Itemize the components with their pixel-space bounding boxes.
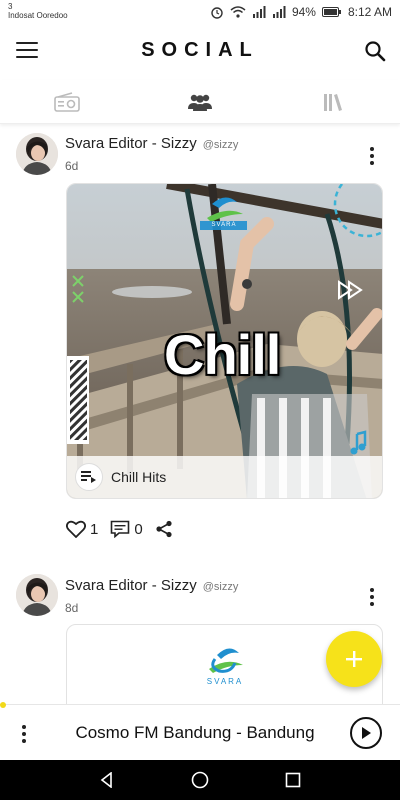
post-time: 8d	[65, 601, 79, 615]
battery-percent: 94%	[291, 5, 316, 19]
author-name: Svara Editor - Sizzy	[65, 135, 197, 152]
carrier-info: 3 Indosat Ooredoo	[8, 2, 68, 20]
status-bar: 3 Indosat Ooredoo 94% 8:12 AM	[0, 0, 400, 26]
carrier-slot: 3	[8, 2, 13, 11]
battery-icon	[321, 7, 341, 17]
svara-logo-text: SVARA	[206, 677, 244, 686]
author-handle: @sizzy	[202, 139, 239, 151]
carrier-name: Indosat Ooredoo	[8, 11, 68, 20]
home-button[interactable]	[180, 760, 220, 800]
tab-library[interactable]	[267, 80, 400, 123]
svara-logo-text: SVARA	[211, 222, 237, 228]
tab-radio[interactable]	[0, 80, 133, 123]
clock: 8:12 AM	[347, 5, 392, 19]
playlist-card[interactable]: SVARA Chill Chill Hits	[66, 183, 383, 499]
radio-icon	[53, 91, 80, 112]
comment-button[interactable]: 0	[110, 520, 143, 538]
playlist-cover-title: Chill	[164, 323, 281, 386]
playlist-name: Chill Hits	[111, 469, 167, 485]
signal-icon-2	[272, 6, 286, 18]
tab-social[interactable]	[133, 80, 266, 123]
recents-icon	[286, 772, 301, 788]
now-playing-title: Cosmo FM Bandung - Bandung	[75, 723, 315, 742]
signal-icon	[252, 6, 266, 18]
create-post-button[interactable]	[326, 631, 382, 687]
player-more-button[interactable]	[22, 725, 26, 746]
post-author[interactable]: Svara Editor - Sizzy @sizzy	[65, 577, 238, 594]
people-icon	[187, 94, 212, 111]
comment-count: 0	[134, 520, 143, 538]
recents-button[interactable]	[273, 760, 313, 800]
like-button[interactable]: 1	[66, 520, 98, 538]
social-feed: Svara Editor - Sizzy @sizzy 6d SVARA Chi…	[0, 126, 400, 704]
playlist-icon	[75, 463, 103, 491]
post-actions: 1 0	[66, 520, 185, 538]
author-name: Svara Editor - Sizzy	[65, 577, 197, 594]
post-author[interactable]: Svara Editor - Sizzy @sizzy	[65, 135, 238, 152]
more-vert-icon	[22, 725, 26, 729]
avatar[interactable]	[16, 574, 58, 616]
search-icon[interactable]	[364, 40, 386, 62]
like-count: 1	[90, 520, 99, 538]
tab-bar	[0, 80, 400, 124]
alarm-icon	[211, 7, 223, 19]
author-handle: @sizzy	[202, 581, 239, 593]
post-more-button[interactable]	[370, 147, 374, 168]
back-icon	[100, 772, 112, 788]
comment-icon	[111, 520, 130, 538]
play-button[interactable]	[350, 717, 382, 749]
player-progress-dot	[0, 702, 6, 708]
home-icon	[191, 771, 209, 789]
back-button[interactable]	[87, 760, 127, 800]
playlist-footer[interactable]: Chill Hits	[67, 456, 382, 498]
app-bar: SOCIAL	[0, 26, 400, 78]
share-button[interactable]	[155, 520, 173, 538]
more-vert-icon	[370, 588, 374, 592]
status-icons: 94% 8:12 AM	[210, 5, 392, 19]
mini-player[interactable]: Cosmo FM Bandung - Bandung	[0, 702, 400, 760]
library-icon	[324, 93, 343, 111]
system-nav-bar	[0, 760, 400, 800]
page-title: SOCIAL	[141, 39, 259, 61]
wifi-icon	[230, 6, 246, 18]
post-time: 6d	[65, 159, 79, 173]
heart-icon	[66, 520, 86, 538]
avatar[interactable]	[16, 133, 58, 175]
more-vert-icon	[370, 147, 374, 151]
play-icon	[362, 727, 371, 739]
plus-icon	[346, 651, 362, 667]
post-more-button[interactable]	[370, 588, 374, 609]
share-icon	[156, 520, 172, 538]
